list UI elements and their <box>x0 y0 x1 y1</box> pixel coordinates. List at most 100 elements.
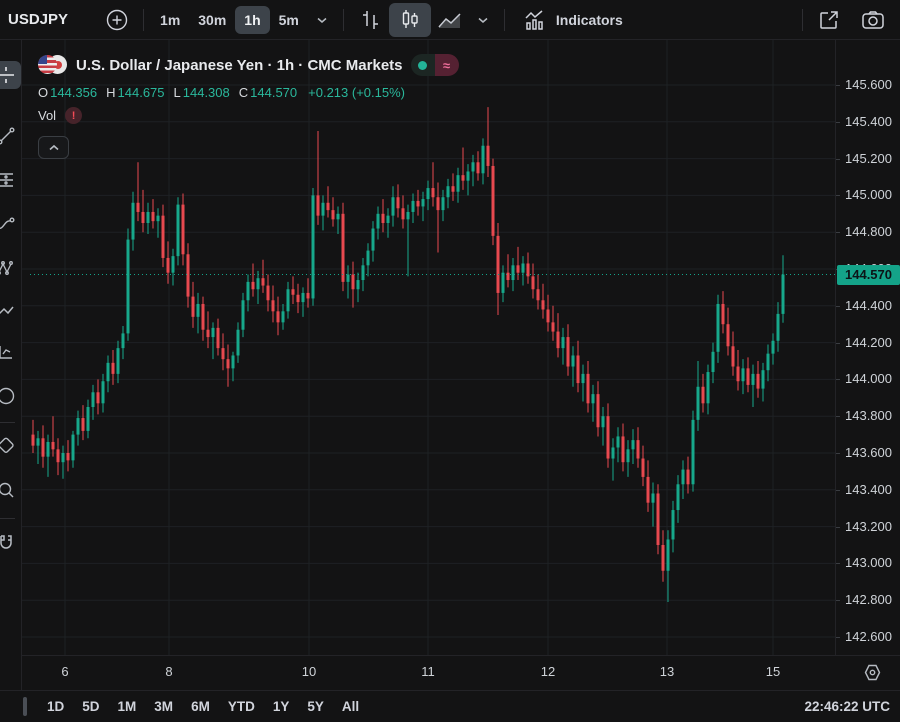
forecast-tool-button[interactable] <box>0 338 21 366</box>
time-tick-label: 12 <box>541 664 555 679</box>
ohlc-bars-icon <box>357 7 383 33</box>
candle-up <box>592 394 595 403</box>
range-1m-button[interactable]: 1M <box>109 695 146 719</box>
camera-snapshot-button[interactable] <box>854 6 892 34</box>
symbol-button[interactable]: USDJPY <box>4 11 72 28</box>
zoom-in-tool-button[interactable] <box>0 476 21 504</box>
price-axis[interactable]: 144.570 145.600145.400145.200145.000144.… <box>835 40 900 655</box>
candle-down <box>292 289 295 295</box>
candle-up <box>442 197 445 210</box>
range-3m-button[interactable]: 3M <box>145 695 182 719</box>
range-1y-button[interactable]: 1Y <box>264 695 299 719</box>
candle-up <box>407 212 410 219</box>
time-tick-label: 6 <box>61 664 68 679</box>
forecast-icon <box>0 342 16 362</box>
timeframe-1m-button[interactable]: 1m <box>151 6 189 34</box>
candle-down <box>192 297 195 317</box>
candle-down <box>307 293 310 299</box>
trend-line-icon <box>0 126 16 146</box>
toolbar-divider <box>0 422 15 423</box>
candle-down <box>637 440 640 458</box>
volume-error-icon[interactable]: ! <box>65 107 82 124</box>
currency-pair-flags-icon <box>38 55 68 75</box>
range-ytd-button[interactable]: YTD <box>219 695 264 719</box>
open-in-new-window-button[interactable] <box>810 6 848 34</box>
candle-up <box>632 440 635 449</box>
candle-down <box>702 387 705 404</box>
brush-tool-button[interactable] <box>0 210 21 238</box>
range-1d-button[interactable]: 1D <box>38 695 73 719</box>
emoji-tool-button[interactable] <box>0 382 21 410</box>
candle-up <box>47 442 50 457</box>
market-status-pill[interactable]: ≈ <box>411 54 459 76</box>
candle-up <box>72 435 75 461</box>
price-tag-icon <box>0 436 16 456</box>
candle-down <box>202 304 205 330</box>
timeframe-menu-button[interactable] <box>308 6 336 34</box>
candle-up <box>282 311 285 322</box>
range-all-button[interactable]: All <box>333 695 368 719</box>
timeframe-1h-button[interactable]: 1h <box>235 6 269 34</box>
magnifier-icon <box>0 480 16 500</box>
position-tool-icon <box>0 302 16 322</box>
candle-up <box>562 337 565 348</box>
time-axis[interactable]: 681011121315 <box>22 655 900 690</box>
chart-pane[interactable]: U.S. Dollar / Japanese Yen · 1h · CMC Ma… <box>22 40 835 655</box>
timeframe-5m-button[interactable]: 5m <box>270 6 308 34</box>
candle-up <box>337 214 340 220</box>
candle-up <box>512 265 515 280</box>
magnet-tool-button[interactable] <box>0 528 21 556</box>
candle-up <box>652 493 655 502</box>
price-tag-tool-button[interactable] <box>0 432 21 460</box>
candle-down <box>517 265 520 272</box>
candle-down <box>567 337 570 366</box>
candle-up <box>467 171 470 180</box>
axis-settings-button[interactable] <box>862 662 883 683</box>
candle-down <box>402 208 405 219</box>
bar-chart-style-button[interactable] <box>351 6 389 34</box>
candle-up <box>347 275 350 282</box>
xabcd-pattern-tool-button[interactable] <box>0 254 21 282</box>
indicators-button[interactable]: Indicators <box>512 6 633 34</box>
toolbar-divider <box>0 518 15 519</box>
long-short-position-tool-button[interactable] <box>0 298 21 326</box>
candle-up <box>697 387 700 420</box>
session-clock[interactable]: 22:46:22 UTC <box>804 699 890 714</box>
candle-down <box>577 355 580 383</box>
candle-down <box>52 442 55 449</box>
chart-style-menu-button[interactable] <box>469 6 497 34</box>
time-tick-label: 10 <box>302 664 316 679</box>
candle-down <box>452 186 455 192</box>
chevron-down-icon <box>314 12 330 28</box>
range-5d-button[interactable]: 5D <box>73 695 108 719</box>
candle-up <box>322 203 325 216</box>
volume-indicator-label[interactable]: Vol <box>38 108 56 123</box>
area-chart-style-button[interactable] <box>431 6 469 34</box>
price-tick-label: 143.200 <box>836 518 900 536</box>
candle-down <box>622 436 625 462</box>
candle-up <box>127 240 130 334</box>
candle-down <box>252 282 255 289</box>
crosshair-tool-button[interactable] <box>0 61 21 89</box>
compare-add-symbol-button[interactable] <box>98 6 136 34</box>
candle-up <box>212 328 215 337</box>
drawing-toolbar-handle[interactable] <box>23 697 27 716</box>
collapse-legend-button[interactable] <box>38 136 69 159</box>
candle-up <box>472 162 475 171</box>
candlestick-style-button[interactable] <box>389 3 431 37</box>
candle-down <box>82 418 85 431</box>
symbol-title[interactable]: U.S. Dollar / Japanese Yen · 1h · CMC Ma… <box>76 57 403 74</box>
range-5y-button[interactable]: 5Y <box>298 695 333 719</box>
trend-line-tool-button[interactable] <box>0 122 21 150</box>
candle-down <box>152 212 155 221</box>
timeframe-30m-button[interactable]: 30m <box>189 6 235 34</box>
candle-up <box>387 216 390 223</box>
candle-up <box>247 282 250 300</box>
open-value: 144.356 <box>50 85 97 100</box>
fib-retracement-tool-button[interactable] <box>0 166 21 194</box>
range-6m-button[interactable]: 6M <box>182 695 219 719</box>
magnet-icon <box>0 532 16 552</box>
candle-up <box>312 195 315 298</box>
emoji-circle-icon <box>0 386 16 406</box>
candle-up <box>177 205 180 257</box>
